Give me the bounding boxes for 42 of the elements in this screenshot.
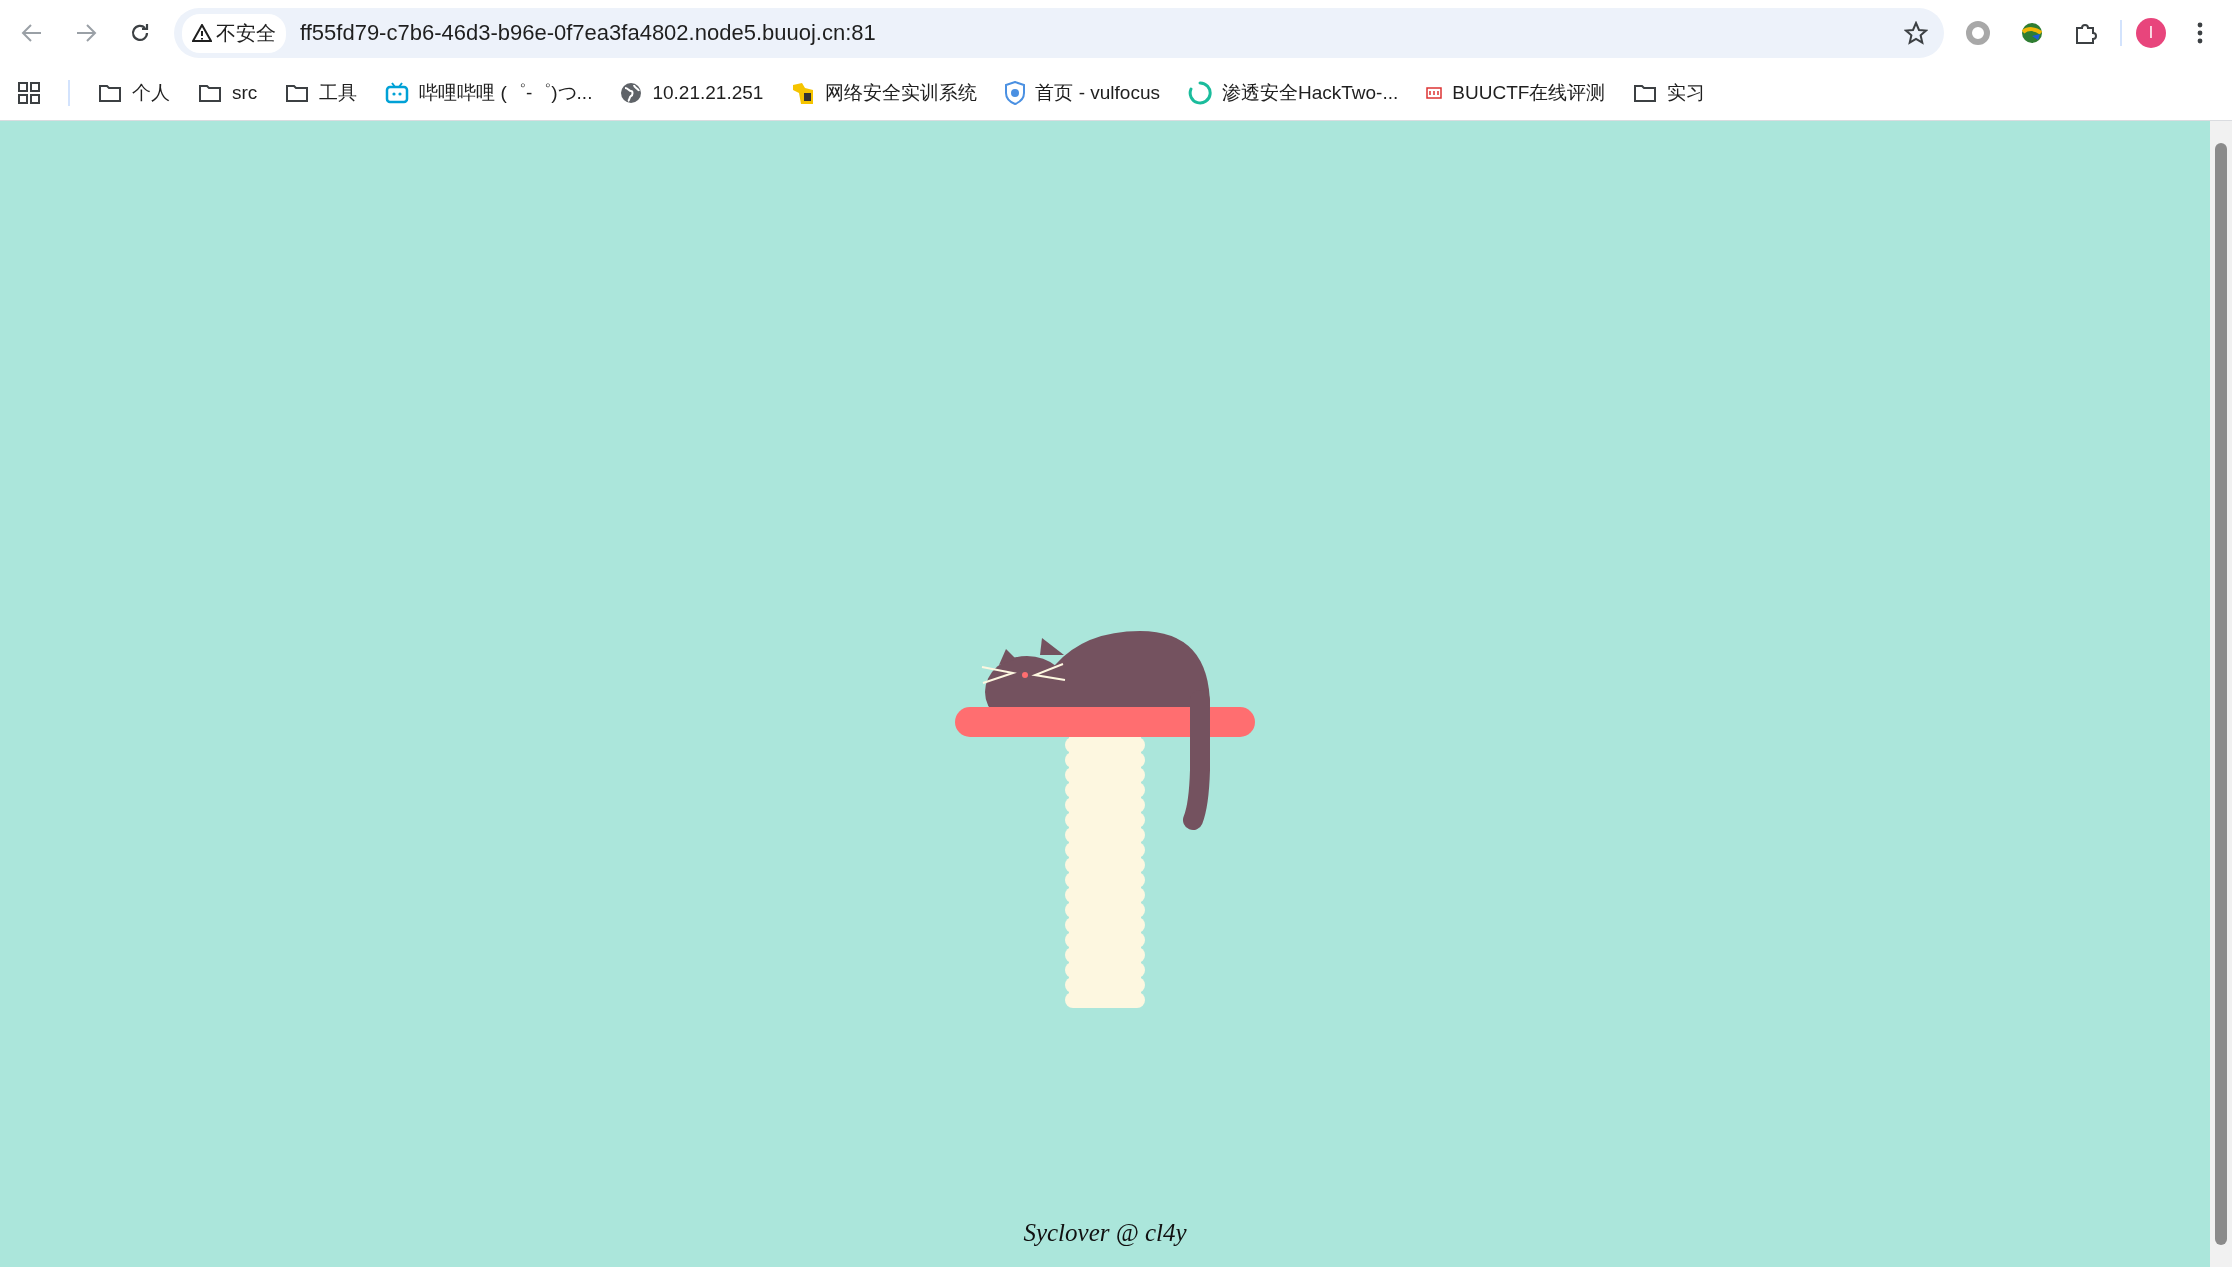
site-logo-icon <box>1426 86 1443 100</box>
tv-icon <box>385 82 410 104</box>
folder-icon <box>98 83 122 103</box>
bookmark-link[interactable]: src <box>198 82 258 104</box>
profile-avatar[interactable]: I <box>2136 18 2166 48</box>
shield-icon <box>1005 81 1026 105</box>
bookmark-label: src <box>232 82 258 104</box>
folder-icon <box>1633 83 1658 103</box>
forward-arrow-icon <box>75 22 97 44</box>
bookmark-label: 10.21.21.251 <box>652 82 764 104</box>
menu-icon <box>2197 22 2203 44</box>
bookmark-label: 哔哩哔哩 (゜-゜)つ... <box>419 81 593 105</box>
star-icon <box>1904 21 1928 45</box>
bookmark-link[interactable]: 工具 <box>285 80 358 106</box>
bookmark-link[interactable]: 个人 <box>98 80 170 106</box>
security-chip[interactable]: 不安全 <box>182 13 286 53</box>
back-arrow-icon <box>21 22 43 44</box>
bookmark-label: 渗透安全HackTwo-... <box>1222 81 1399 105</box>
reload-icon <box>129 22 151 44</box>
bookmark-label: 个人 <box>132 81 170 105</box>
bookmark-link[interactable]: 哔哩哔哩 (゜-゜)つ... <box>385 80 593 106</box>
bookmark-label: 首页 - vulfocus <box>1035 81 1160 105</box>
bookmark-label: 网络安全实训系统 <box>825 81 978 105</box>
bookmark-link[interactable]: BUUCTF在线评测 <box>1426 80 1606 106</box>
globe-icon <box>620 82 643 104</box>
bookmark-link[interactable]: 实习 <box>1633 80 1706 106</box>
apps-grid-icon[interactable] <box>18 82 40 104</box>
warning-icon <box>192 24 212 42</box>
scrollbar[interactable] <box>2210 121 2232 1267</box>
bookmark-link[interactable]: 首页 - vulfocus <box>1005 80 1160 106</box>
bookmark-link[interactable]: 10.21.21.251 <box>620 82 764 104</box>
folder-icon <box>285 83 310 103</box>
bookmark-link[interactable]: 渗透安全HackTwo-... <box>1188 80 1399 106</box>
ring-icon <box>1965 20 1991 46</box>
address-text[interactable]: ff55fd79-c7b6-46d3-b96e-0f7ea3fa4802.node5.buuoj.cn:81 <box>300 20 1882 46</box>
bookmark-link[interactable]: 网络安全实训系统 <box>791 80 978 106</box>
folder-icon <box>198 83 222 103</box>
bookmark-label: 实习 <box>1667 81 1706 105</box>
ring-icon <box>1188 81 1212 105</box>
bookmark-label: 工具 <box>319 81 358 105</box>
footer-credit: Syclover @ cl4y <box>1023 1219 1187 1247</box>
bookmark-label: BUUCTF在线评测 <box>1452 81 1606 105</box>
